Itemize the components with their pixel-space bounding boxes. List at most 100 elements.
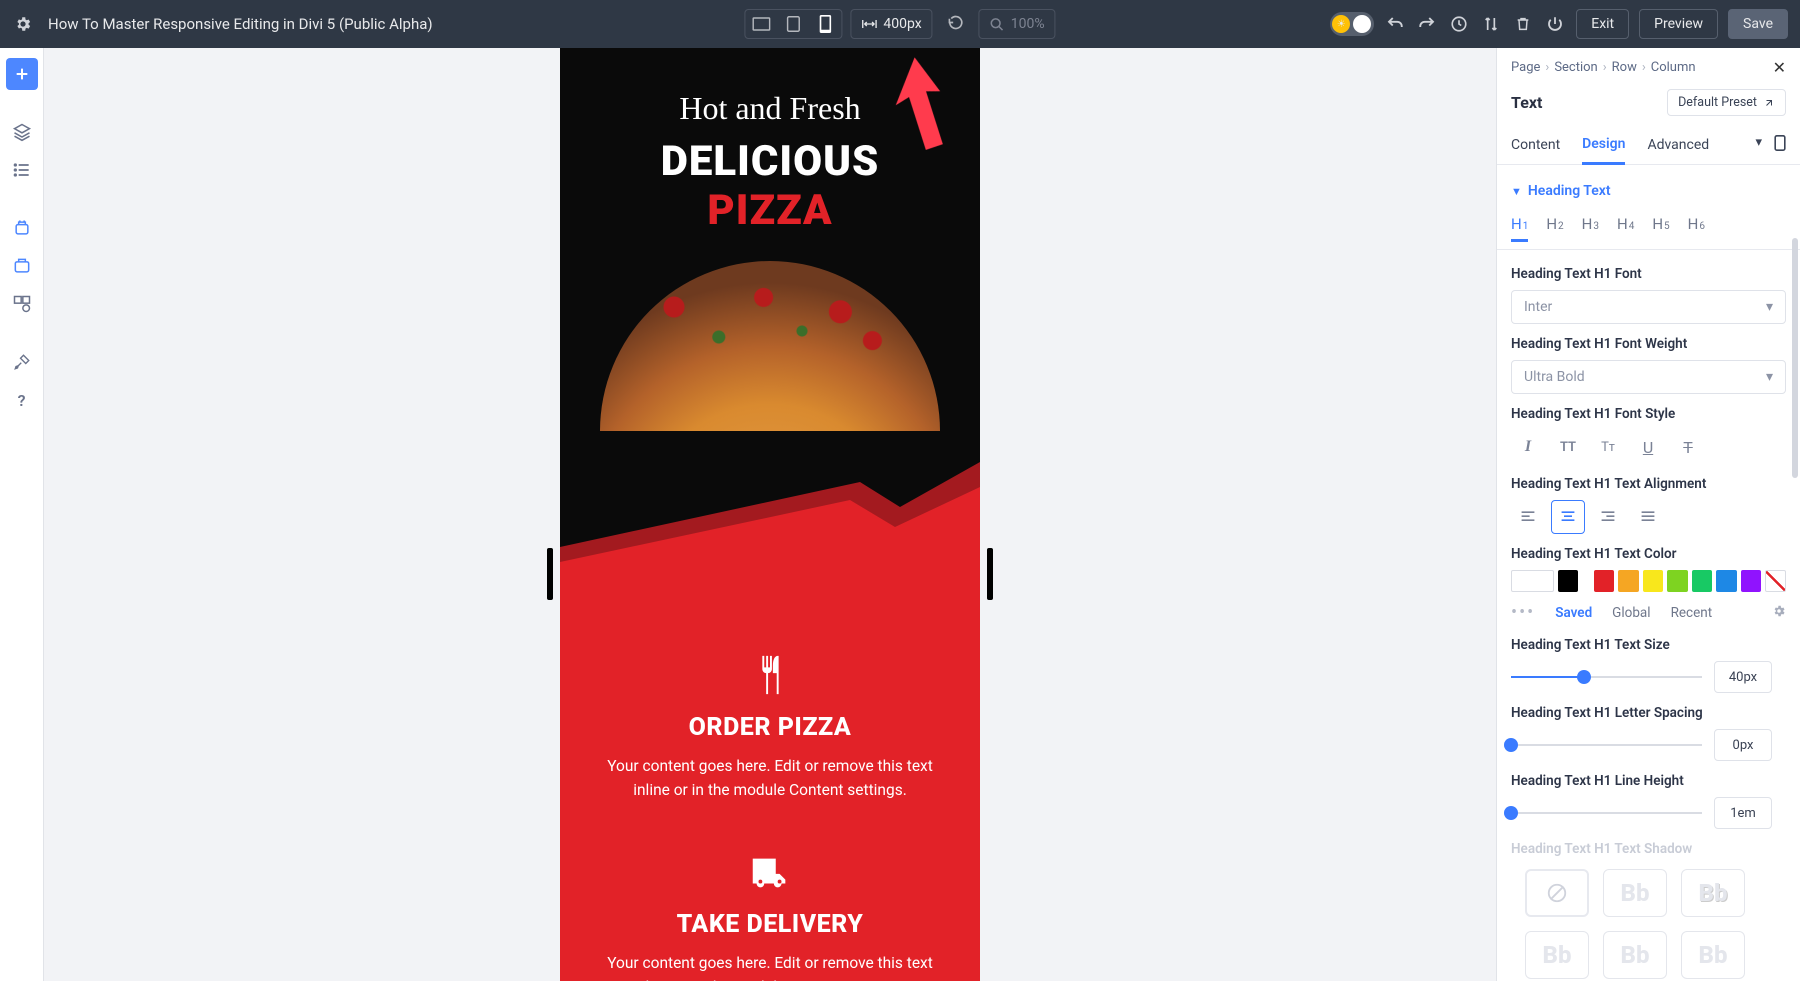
size-value[interactable]: 40px [1714,661,1772,693]
resize-handle-left[interactable] [547,548,553,600]
breadcrumb: Page› Section› Row› Column ✕ [1497,48,1800,83]
underline-button[interactable]: U [1631,430,1665,464]
preset-selector[interactable]: Default Preset [1667,89,1786,116]
sun-icon: ☀ [1332,15,1350,33]
hero-tagline[interactable]: Hot and Fresh [580,90,960,127]
feature-text: Your content goes here. Edit or remove t… [590,754,950,802]
align-justify-button[interactable] [1631,500,1665,534]
font-select[interactable]: Inter▾ [1511,290,1786,324]
close-panel-button[interactable]: ✕ [1773,58,1786,77]
settings-gear-icon[interactable] [12,13,34,35]
panel-scrollbar[interactable] [1792,238,1798,478]
recent-colors-tab[interactable]: Recent [1671,605,1713,621]
undo-icon[interactable] [1384,13,1406,35]
shadow-style-5-button[interactable]: Bb [1681,931,1745,979]
size-slider[interactable] [1511,667,1702,687]
label-style: Heading Text H1 Font Style [1511,406,1786,422]
redo-icon[interactable] [1416,13,1438,35]
italic-button[interactable]: I [1511,430,1545,464]
preview-button[interactable]: Preview [1639,9,1718,39]
h5-tab[interactable]: H5 [1652,209,1669,241]
desktop-device-button[interactable] [745,10,777,38]
add-button[interactable] [6,58,38,90]
viewport-width-input[interactable]: 400px [850,9,932,39]
trash-icon[interactable] [1512,13,1534,35]
feature-delivery[interactable]: TAKE DELIVERY Your content goes here. Ed… [590,848,950,981]
theme-toggle[interactable]: ☀ [1330,12,1374,36]
lineheight-value[interactable]: 1em [1714,797,1772,829]
swatch-blue[interactable] [1716,570,1736,592]
h3-tab[interactable]: H3 [1582,209,1599,241]
breadcrumb-section[interactable]: Section [1554,60,1597,75]
layers-icon[interactable] [6,116,38,148]
shadow-style-2-button[interactable]: Bb [1681,869,1745,917]
breadcrumb-page[interactable]: Page [1511,60,1540,75]
swatch-red[interactable] [1594,570,1614,592]
feature-order[interactable]: ORDER PIZZA Your content goes here. Edit… [590,651,950,802]
swatch-yellow[interactable] [1643,570,1663,592]
feature-text: Your content goes here. Edit or remove t… [590,951,950,981]
canvas[interactable]: Hot and Fresh DELICIOUS PIZZA ORDER PIZZ… [44,48,1496,981]
tools-icon[interactable] [6,346,38,378]
color-settings-icon[interactable] [1772,604,1786,622]
spacing-slider[interactable] [1511,735,1702,755]
zoom-input[interactable]: 100% [979,9,1056,39]
swatch-none[interactable] [1765,570,1786,592]
more-colors-icon[interactable]: ••• [1511,602,1535,623]
toggle-knob [1353,15,1371,33]
label-lineheight: Heading Text H1 Line Height [1511,773,1786,789]
hero-title-2[interactable]: PIZZA [580,186,960,235]
tab-content[interactable]: Content [1511,127,1560,163]
tab-design[interactable]: Design [1582,126,1625,165]
tab-advanced[interactable]: Advanced [1647,127,1709,163]
shadow-none-button[interactable] [1525,869,1589,917]
weight-select[interactable]: Ultra Bold▾ [1511,360,1786,394]
tablet-device-button[interactable] [777,10,809,38]
h2-tab[interactable]: H2 [1546,209,1563,241]
h1-tab[interactable]: H1 [1511,209,1528,242]
swatch-black[interactable] [1558,570,1578,592]
h4-tab[interactable]: H4 [1617,209,1634,241]
ai-tool-2-icon[interactable] [6,250,38,282]
settings-list-icon[interactable] [6,154,38,186]
align-center-button[interactable] [1551,500,1585,534]
responsive-phone-icon[interactable] [1774,135,1786,155]
saved-colors-tab[interactable]: Saved [1555,605,1592,621]
reset-width-button[interactable] [941,9,971,39]
hero-title-1[interactable]: DELICIOUS [580,137,960,186]
save-button[interactable]: Save [1728,9,1788,39]
exit-button[interactable]: Exit [1576,9,1629,39]
breadcrumb-row[interactable]: Row [1612,60,1637,75]
uppercase-button[interactable]: TT [1551,430,1585,464]
swatch-white[interactable] [1511,570,1554,592]
align-right-button[interactable] [1591,500,1625,534]
resize-handle-right[interactable] [987,548,993,600]
module-name: Text [1511,93,1542,112]
mobile-device-button[interactable] [809,10,841,38]
section-heading-text[interactable]: ▼ Heading Text [1497,177,1800,209]
breadcrumb-column[interactable]: Column [1651,60,1696,75]
swatch-lime[interactable] [1667,570,1687,592]
h6-tab[interactable]: H6 [1688,209,1705,241]
shadow-style-3-button[interactable]: Bb [1525,931,1589,979]
history-icon[interactable] [1448,13,1470,35]
chevron-down-icon[interactable]: ▾ [1755,135,1762,155]
strikethrough-button[interactable]: T [1671,430,1705,464]
align-left-button[interactable] [1511,500,1545,534]
swatch-green[interactable] [1692,570,1712,592]
shadow-style-4-button[interactable]: Bb [1603,931,1667,979]
power-icon[interactable] [1544,13,1566,35]
components-icon[interactable] [6,288,38,320]
pizza-image[interactable] [600,261,940,431]
swatch-purple[interactable] [1741,570,1761,592]
sort-icon[interactable] [1480,13,1502,35]
smallcaps-button[interactable]: Tᴛ [1591,430,1625,464]
help-icon[interactable]: ? [6,384,38,416]
lineheight-slider[interactable] [1511,803,1702,823]
label-weight: Heading Text H1 Font Weight [1511,336,1786,352]
global-colors-tab[interactable]: Global [1612,605,1650,621]
shadow-style-1-button[interactable]: Bb [1603,869,1667,917]
spacing-value[interactable]: 0px [1714,729,1772,761]
swatch-orange[interactable] [1618,570,1638,592]
ai-tool-1-icon[interactable] [6,212,38,244]
